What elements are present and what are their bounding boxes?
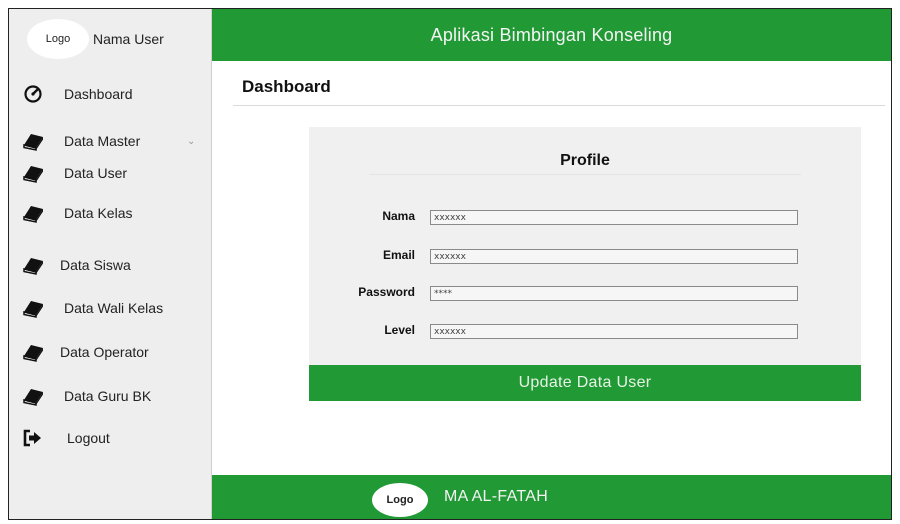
- footer-logo: Logo: [372, 483, 428, 517]
- profile-title: Profile: [560, 152, 610, 169]
- level-label: Level: [384, 323, 415, 337]
- book-icon: [21, 202, 45, 224]
- top-header: Aplikasi Bimbingan Konseling: [212, 9, 891, 61]
- sidebar-item-data-master[interactable]: Data Master ⌄: [9, 126, 212, 156]
- footer: Logo MA AL-FATAH: [212, 475, 891, 519]
- password-label: Password: [358, 285, 415, 299]
- sidebar-item-label: Data Master: [64, 133, 141, 149]
- sidebar-item-label: Dashboard: [64, 86, 133, 102]
- divider: [233, 105, 885, 106]
- book-icon: [21, 385, 45, 407]
- sidebar-item-label: Data Siswa: [60, 257, 131, 273]
- sidebar-item-label: Data Kelas: [64, 205, 133, 221]
- level-field[interactable]: [430, 324, 798, 339]
- sidebar-item-data-user[interactable]: Data User: [9, 158, 212, 188]
- sidebar-item-label: Data Wali Kelas: [64, 300, 164, 316]
- gauge-icon: [21, 83, 45, 105]
- sidebar-item-data-operator[interactable]: Data Operator: [9, 337, 212, 367]
- sidebar-item-data-wali-kelas[interactable]: Data Wali Kelas: [9, 293, 212, 323]
- sidebar-item-data-kelas[interactable]: Data Kelas: [9, 198, 212, 228]
- book-icon: [21, 130, 45, 152]
- sidebar-item-data-siswa[interactable]: Data Siswa: [9, 250, 212, 280]
- sidebar-item-data-guru-bk[interactable]: Data Guru BK: [9, 381, 212, 411]
- user-logo: Logo: [27, 19, 89, 59]
- book-icon: [21, 162, 45, 184]
- page-title: Dashboard: [242, 77, 331, 96]
- password-field[interactable]: [430, 286, 798, 301]
- nama-label: Nama: [382, 209, 415, 223]
- sidebar-item-label: Data Operator: [60, 344, 149, 360]
- school-name: MA AL-FATAH: [444, 488, 549, 505]
- sidebar-item-label: Data Guru BK: [64, 388, 152, 404]
- nama-field[interactable]: [430, 210, 798, 225]
- email-label: Email: [382, 248, 415, 262]
- app-window: Logo Nama User Dashboard Data Master ⌄ D…: [8, 8, 892, 520]
- divider: [369, 174, 801, 175]
- book-icon: [21, 341, 45, 363]
- chevron-down-icon: ⌄: [187, 135, 196, 147]
- user-name: Nama User: [93, 31, 164, 47]
- sidebar-item-label: Logout: [67, 430, 110, 446]
- sidebar-item-dashboard[interactable]: Dashboard: [9, 79, 212, 109]
- book-icon: [21, 297, 45, 319]
- email-field[interactable]: [430, 249, 798, 264]
- sidebar: Logo Nama User Dashboard Data Master ⌄ D…: [9, 9, 212, 519]
- user-profile: Logo Nama User: [9, 9, 212, 69]
- profile-card: Profile Nama Email Password Level: [309, 127, 861, 375]
- logout-icon: [21, 427, 45, 449]
- sidebar-item-logout[interactable]: Logout: [9, 423, 212, 453]
- book-icon: [21, 254, 45, 276]
- app-title: Aplikasi Bimbingan Konseling: [430, 24, 673, 45]
- update-data-user-button[interactable]: Update Data User: [309, 365, 861, 401]
- sidebar-item-label: Data User: [64, 165, 128, 181]
